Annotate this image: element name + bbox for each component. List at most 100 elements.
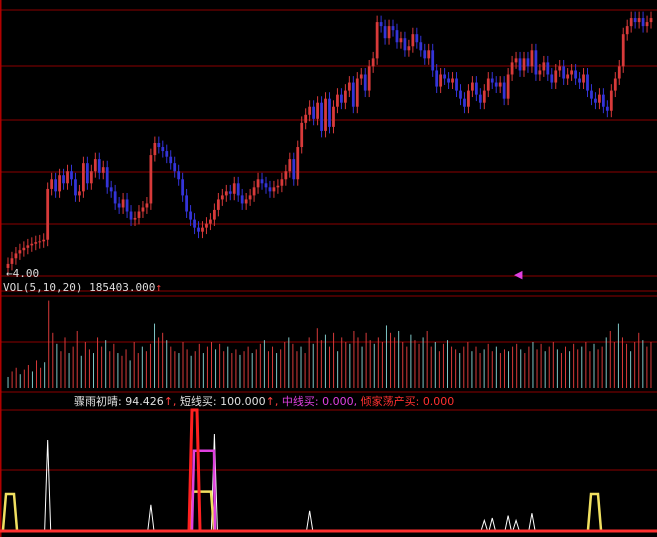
- candle-body: [562, 66, 566, 79]
- grid-lines: [0, 0, 657, 537]
- indicator-arrow-1: ↑,: [163, 395, 177, 408]
- candle-body: [109, 187, 113, 192]
- candle-body: [594, 98, 597, 103]
- candle-body: [284, 171, 288, 180]
- candle-body: [387, 26, 391, 39]
- candle-body: [308, 106, 312, 115]
- candle-body: [502, 82, 506, 99]
- candle-body: [18, 250, 22, 254]
- candle-body: [141, 207, 145, 212]
- candle-body: [411, 34, 415, 47]
- candle-body: [149, 155, 153, 204]
- price-low-marker: ←4.00: [6, 267, 40, 280]
- volume-panel-title: VOL(5,10,20) 185403.000↑: [3, 281, 162, 294]
- candle-body: [228, 191, 232, 194]
- candle-body: [66, 171, 69, 184]
- candle-body: [268, 187, 272, 192]
- candle-body: [383, 26, 387, 39]
- candle-body: [359, 74, 363, 79]
- candle-body: [336, 94, 339, 107]
- candle-body: [570, 70, 574, 75]
- candle-body: [605, 106, 609, 111]
- candle-body: [117, 203, 121, 208]
- candle-body: [216, 199, 220, 210]
- candle-body: [451, 78, 454, 83]
- candle-body: [649, 18, 653, 23]
- short-buy-label: 短线买:: [179, 395, 217, 408]
- candle-body: [482, 90, 486, 103]
- candle-body: [185, 195, 188, 212]
- candle-body: [423, 50, 427, 59]
- candle-body: [478, 94, 482, 103]
- bankrupt-buy-label: 倾家荡产买:: [360, 395, 420, 408]
- candle-body: [82, 163, 85, 192]
- candle-body: [276, 185, 280, 188]
- indicator-spike: [512, 518, 520, 531]
- candle-body: [363, 74, 367, 91]
- candle-body: [554, 70, 558, 83]
- indicator-spike: [147, 504, 155, 531]
- candle-body: [30, 243, 34, 246]
- indicator-spike: [504, 515, 512, 531]
- candle-body: [518, 58, 522, 71]
- candle-body: [248, 195, 252, 200]
- candle-body: [220, 195, 224, 200]
- mid-buy-label: 中线买:: [281, 395, 319, 408]
- candle-body: [324, 98, 327, 131]
- candle-body: [371, 58, 375, 67]
- candle-body: [399, 38, 403, 43]
- candle-body: [232, 183, 236, 194]
- candle-body: [637, 18, 641, 23]
- candle-body: [578, 78, 581, 83]
- candle-body: [205, 223, 208, 228]
- candle-body: [645, 22, 649, 27]
- candle-body: [26, 245, 30, 248]
- candle-body: [54, 179, 58, 192]
- candle-body: [137, 211, 141, 218]
- candle-body: [145, 203, 149, 208]
- indicator-spike: [488, 517, 496, 531]
- candle-body: [292, 159, 296, 180]
- candle-body: [558, 66, 562, 71]
- candle-body: [351, 82, 355, 107]
- candle-body: [538, 70, 542, 75]
- volume-up-arrow: ↑: [155, 281, 162, 294]
- candle-body: [260, 179, 264, 184]
- candle-body: [74, 179, 77, 196]
- candle-body: [455, 78, 458, 91]
- candle-body: [93, 159, 97, 172]
- candle-body: [157, 143, 161, 148]
- candle-body: [355, 78, 359, 107]
- candle-body: [379, 22, 383, 27]
- candle-body: [89, 171, 93, 184]
- candle-body: [510, 62, 514, 75]
- candle-body: [300, 122, 304, 148]
- mid-buy-value: 0.000,: [322, 395, 358, 408]
- candle-body: [395, 30, 399, 43]
- candle-body: [494, 82, 498, 87]
- candle-body: [347, 82, 351, 91]
- candle-body: [70, 171, 73, 180]
- candle-body: [201, 227, 204, 232]
- candle-body: [343, 90, 347, 103]
- candle-body: [173, 163, 177, 172]
- candle-body: [367, 66, 371, 91]
- candle-body: [169, 156, 173, 164]
- indicator-spike: [44, 439, 52, 531]
- candle-body: [574, 70, 577, 79]
- candle-body: [280, 179, 284, 186]
- candle-body: [443, 74, 446, 79]
- candle-body: [633, 18, 637, 23]
- candle-body: [613, 78, 617, 91]
- indicator-arrow-2: ↑,: [265, 395, 279, 408]
- candle-body: [133, 217, 137, 220]
- candle-body: [177, 171, 181, 180]
- chart-stage: [0, 0, 657, 537]
- candle-body: [78, 191, 81, 196]
- candle-body: [550, 74, 554, 83]
- candle-body: [490, 78, 494, 83]
- volume-name: VOL(5,10,20): [3, 281, 83, 294]
- candle-body: [566, 74, 570, 79]
- signal-pulse-right: [586, 492, 603, 531]
- candle-body: [42, 239, 46, 242]
